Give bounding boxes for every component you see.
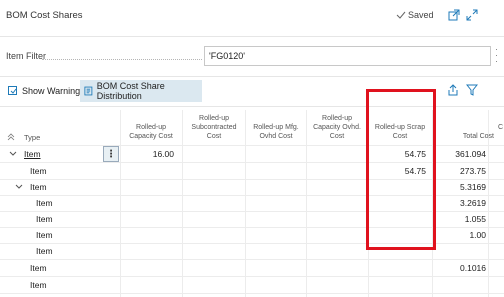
row-type: Item: [30, 166, 47, 176]
column-header-subcontracted-cost[interactable]: Rolled-up Subcontracted Cost: [184, 114, 244, 141]
report-icon: [84, 86, 93, 96]
header-line: Capacity Ovhd.: [313, 124, 361, 131]
checkmark-icon: [396, 11, 406, 19]
item-filter-input[interactable]: 'FG0120': [204, 46, 491, 66]
total-cost-value: 1.00: [469, 230, 486, 240]
row-type: Item: [30, 182, 47, 192]
divider: [0, 36, 504, 37]
save-status: Saved: [396, 10, 434, 20]
expand-icon[interactable]: [466, 9, 478, 21]
row-type: Item: [30, 263, 47, 273]
column-header-capacity-ovhd-cost[interactable]: Rolled-up Capacity Ovhd. Cost: [308, 114, 366, 141]
item-filter-label: Item Filter: [6, 51, 47, 61]
total-cost-value: 1.055: [464, 214, 486, 224]
row-type: Item: [36, 214, 53, 224]
row-actions-button[interactable]: ⋮: [103, 146, 119, 162]
divider: [0, 76, 504, 77]
bom-cost-share-distribution-label: BOM Cost Share Distribution: [96, 81, 165, 101]
total-cost-value: 0.1016: [460, 263, 486, 273]
total-cost-value: 5.3169: [460, 182, 486, 192]
chevron-down-icon[interactable]: [9, 150, 17, 158]
save-status-label: Saved: [408, 10, 434, 20]
row-border: [0, 293, 504, 294]
header-line: Rolled-up: [136, 124, 166, 131]
total-cost-value: 273.75: [460, 166, 486, 176]
column-header-capacity-cost[interactable]: Rolled-up Capacity Cost: [124, 123, 178, 141]
chevron-down-icon[interactable]: [15, 183, 23, 191]
show-warnings-action[interactable]: Show Warnings: [4, 80, 89, 102]
header-line: Capacity Cost: [129, 133, 173, 140]
highlight-box: [366, 89, 436, 250]
bom-cost-share-distribution-action[interactable]: BOM Cost Share Distribution: [80, 80, 202, 102]
filter-icon[interactable]: [466, 84, 478, 96]
row-type[interactable]: Item: [24, 149, 41, 159]
warning-icon: [8, 86, 17, 95]
total-cost-value: 361.094: [455, 149, 486, 159]
row-type: Item: [30, 280, 47, 290]
collapse-all-icon[interactable]: [7, 133, 15, 141]
header-line: Subcontracted: [191, 124, 237, 131]
table-row[interactable]: Item 0.1016: [0, 260, 504, 276]
capacity-cost-value: 16.00: [152, 149, 174, 159]
more-options-icon[interactable]: · · ·: [495, 45, 498, 66]
show-warnings-label: Show Warnings: [22, 86, 85, 96]
column-header-truncated: C: [498, 124, 504, 131]
row-type: Item: [36, 198, 53, 208]
open-in-new-window-icon[interactable]: [448, 9, 460, 21]
row-type: Item: [36, 230, 53, 240]
row-type: Item: [36, 246, 53, 256]
header-line: Rolled-up: [322, 115, 352, 122]
table-row[interactable]: Item: [0, 277, 504, 293]
total-cost-value: 3.2619: [460, 198, 486, 208]
header-line: Ovhd Cost: [259, 133, 293, 140]
filter-leader-dots: [42, 59, 202, 60]
share-icon[interactable]: [447, 84, 459, 96]
column-header-total-cost[interactable]: Total Cost: [440, 132, 494, 141]
title-bar: BOM Cost Shares Saved: [0, 0, 504, 34]
column-header-type[interactable]: Type: [24, 133, 40, 142]
header-line: Cost: [206, 133, 222, 140]
header-line: Rolled-up: [199, 115, 229, 122]
header-line: Cost: [329, 133, 345, 140]
header-line: Rolled-up Mfg.: [253, 124, 299, 131]
page-title: BOM Cost Shares: [6, 10, 83, 21]
column-header-mfg-ovhd-cost[interactable]: Rolled-up Mfg. Ovhd Cost: [247, 123, 305, 141]
